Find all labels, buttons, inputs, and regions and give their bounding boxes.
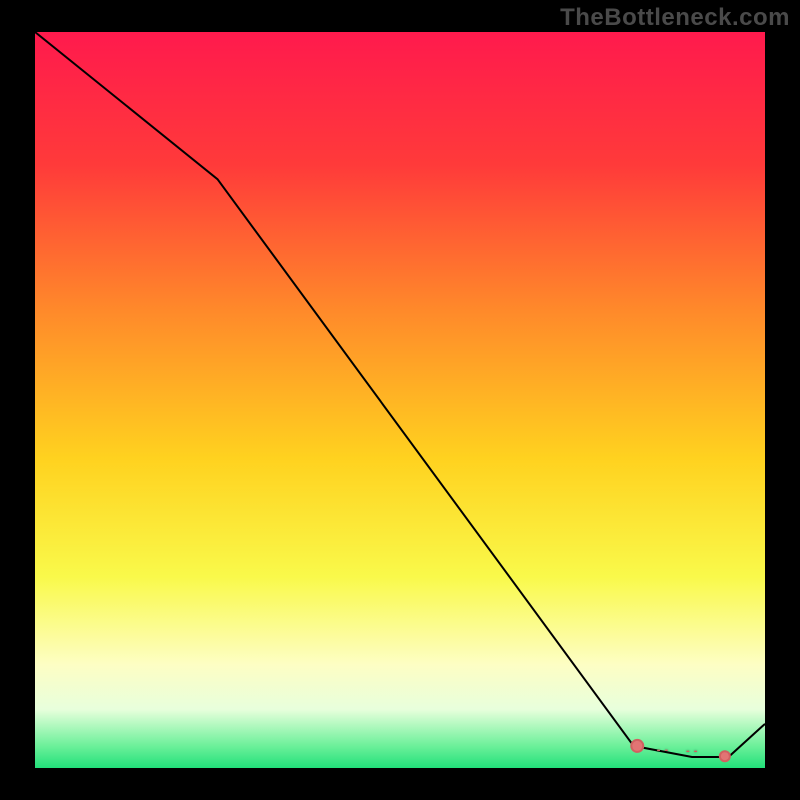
chart-frame: TheBottleneck.com - - - -: [0, 0, 800, 800]
data-marker: [720, 751, 730, 761]
dash-label: - -: [657, 744, 669, 756]
chart-svg: [35, 32, 765, 768]
gradient-background: [35, 32, 765, 768]
plot-area: - -- -: [35, 32, 765, 768]
dash-label: - -: [686, 745, 698, 757]
watermark-text: TheBottleneck.com: [560, 4, 790, 32]
data-marker: [631, 740, 643, 752]
